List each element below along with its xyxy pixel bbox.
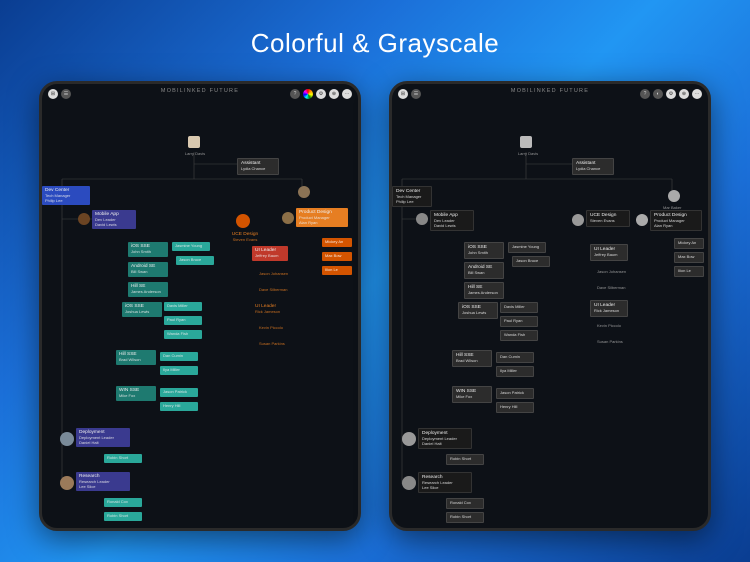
prod-node[interactable]: Mickey An [674,238,704,249]
dev-name-node[interactable]: Henry Hill [496,402,534,413]
dev-name-node[interactable]: Jasmine Young [508,242,546,253]
root-name[interactable]: Larry Davis [180,150,210,159]
dev-name-node[interactable]: Jason Bruce [512,256,550,267]
mobile-app-node[interactable]: Mobile App Dev Leader David Lewis [430,210,474,231]
tablet-colorful: MOBILINKED FUTURE ⊞ ☰ ? ⚙ ⊕ ⋯ [39,81,361,531]
avatar [282,212,294,224]
prod-node[interactable]: Ilion Le [322,266,352,275]
avatar [236,214,250,228]
avatar [402,432,416,446]
design-node[interactable]: Dave Silberman [256,286,290,295]
app-title: MOBILINKED FUTURE [392,88,708,94]
dev-node[interactable]: iOS SSEJohn Smith [128,242,168,257]
avatar [572,214,584,226]
dev-name-node[interactable]: Davis Miller [164,302,202,311]
deployment-node[interactable]: Deployment Deployment Leader Daniel Halt [418,428,472,449]
res-sub-node[interactable]: Robin Short [446,512,484,523]
design-node[interactable]: Jason Johansen [256,270,291,279]
root-name[interactable]: Larry Davis [510,150,546,159]
deployment-node[interactable]: Deployment Deployment Leader Daniel Halt [76,428,130,447]
design-node[interactable]: Susan Parkins [256,340,288,349]
research-node[interactable]: Research Research Leader Lee Slice [76,472,130,491]
res-sub-node[interactable]: Ronald Cox [104,498,142,507]
product-design-node[interactable]: Product Design Product Manager Alan Ryan [296,208,348,227]
dep-sub-node[interactable]: Robin Short [104,454,142,463]
design-node[interactable]: Dave Silberman [594,284,628,293]
app-title: MOBILINKED FUTURE [42,88,358,94]
dev-name-node[interactable]: Jason Patrick [496,388,534,399]
org-canvas-colorful[interactable]: Larry Davis Assistant Lydia Chance Dev C… [42,104,358,528]
toolbar: ⊞ ☰ ? ⚙ ⊕ ⋯ [42,84,358,104]
page-title: Colorful & Grayscale [0,0,750,59]
dev-node[interactable]: Android SEBill Swan [128,262,168,277]
toolbar: ⊞ ☰ ? ◐ ⚙ ⊕ ⋯ [392,84,708,104]
avatar [298,186,310,198]
dev-name-node[interactable]: Jasmine Young [172,242,210,251]
avatar [188,136,200,148]
uce-design-node[interactable]: UCE Design Steven Evans [228,230,262,245]
assistant-node[interactable]: Assistant Lydia Chance [237,158,279,175]
dev-name-node[interactable]: Paul Ryan [164,316,202,325]
org-canvas-grayscale[interactable]: Larry Davis Assistant Lydia Chance Dev C… [392,104,708,528]
dev-node[interactable]: Hill SEJames Anderson [128,282,168,297]
dev-node[interactable]: iOS SSEJohn Smith [464,242,504,259]
prod-node[interactable]: Max Bow [674,252,704,263]
dev-node[interactable]: Hill SSEBrad Wilson [116,350,156,365]
avatar [520,136,532,148]
dev-node[interactable]: WIN SSEMike Fox [116,386,156,401]
dev-name-node[interactable]: Ilya Miller [160,366,198,375]
research-node[interactable]: Research Research Leader Lee Slice [418,472,472,493]
tablet-grayscale: MOBILINKED FUTURE ⊞ ☰ ? ◐ ⚙ ⊕ ⋯ [389,81,711,531]
design-node[interactable]: Jason Johansen [594,268,629,277]
prod-node[interactable]: Max Bow [322,252,352,261]
dev-center-node[interactable]: Dev Center Tech Manager Philip Lee [42,186,90,205]
dev-center-node[interactable]: Dev Center Tech Manager Philip Lee [392,186,432,207]
dev-node[interactable]: iOS SSEJoshua Lewis [458,302,498,319]
design-node[interactable]: Kevin Piccolo [256,324,286,333]
dev-node[interactable]: iOS SSEJoshua Lewis [122,302,162,317]
res-sub-node[interactable]: Ronald Cox [446,498,484,509]
design-node[interactable]: Susan Parkins [594,338,626,347]
dev-node[interactable]: Hill SEJames Anderson [464,282,504,299]
dev-name-node[interactable]: Jason Patrick [160,388,198,397]
res-sub-node[interactable]: Robin Short [104,512,142,521]
prod-node[interactable]: Ilion Le [674,266,704,277]
avatar [636,214,648,226]
design-node[interactable]: UI LeaderJeffrey Baum [252,246,288,261]
dev-name-node[interactable]: Dan Cumin [160,352,198,361]
design-node[interactable]: UI LeaderJeffrey Baum [590,244,628,261]
dev-node[interactable]: Android SEBill Swan [464,262,504,279]
dev-name-node[interactable]: Dan Cumin [496,352,534,363]
avatar [416,213,428,225]
assistant-node[interactable]: Assistant Lydia Chance [572,158,614,175]
avatar [402,476,416,490]
prod-node[interactable]: Mickey An [322,238,352,247]
design-node[interactable]: UI LeaderRick Jameson [252,302,283,317]
dev-name-node[interactable]: Henry Hill [160,402,198,411]
design-node[interactable]: Kevin Piccolo [594,322,624,331]
product-design-node[interactable]: Product Design Product Manager Alan Ryan [650,210,702,231]
dep-sub-node[interactable]: Robin Short [446,454,484,465]
dev-node[interactable]: Hill SSEBrad Wilson [452,350,492,367]
avatar [60,476,74,490]
mobile-app-node[interactable]: Mobile App Dev Leader David Lewis [92,210,136,229]
dev-name-node[interactable]: Ilya Miller [496,366,534,377]
avatar [668,190,680,202]
dev-node[interactable]: WIN SSEMike Fox [452,386,492,403]
avatar [78,213,90,225]
uce-design-node[interactable]: UCE Design Steven Evans [586,210,630,227]
dev-name-node[interactable]: Jason Bruce [176,256,214,265]
dev-name-node[interactable]: Wanda Fish [500,330,538,341]
design-node[interactable]: UI LeaderRick Jameson [590,300,628,317]
tablets-row: MOBILINKED FUTURE ⊞ ☰ ? ⚙ ⊕ ⋯ [0,81,750,531]
dev-name-node[interactable]: Wanda Fish [164,330,202,339]
dev-name-node[interactable]: Paul Ryan [500,316,538,327]
dev-name-node[interactable]: Davis Miller [500,302,538,313]
avatar [60,432,74,446]
